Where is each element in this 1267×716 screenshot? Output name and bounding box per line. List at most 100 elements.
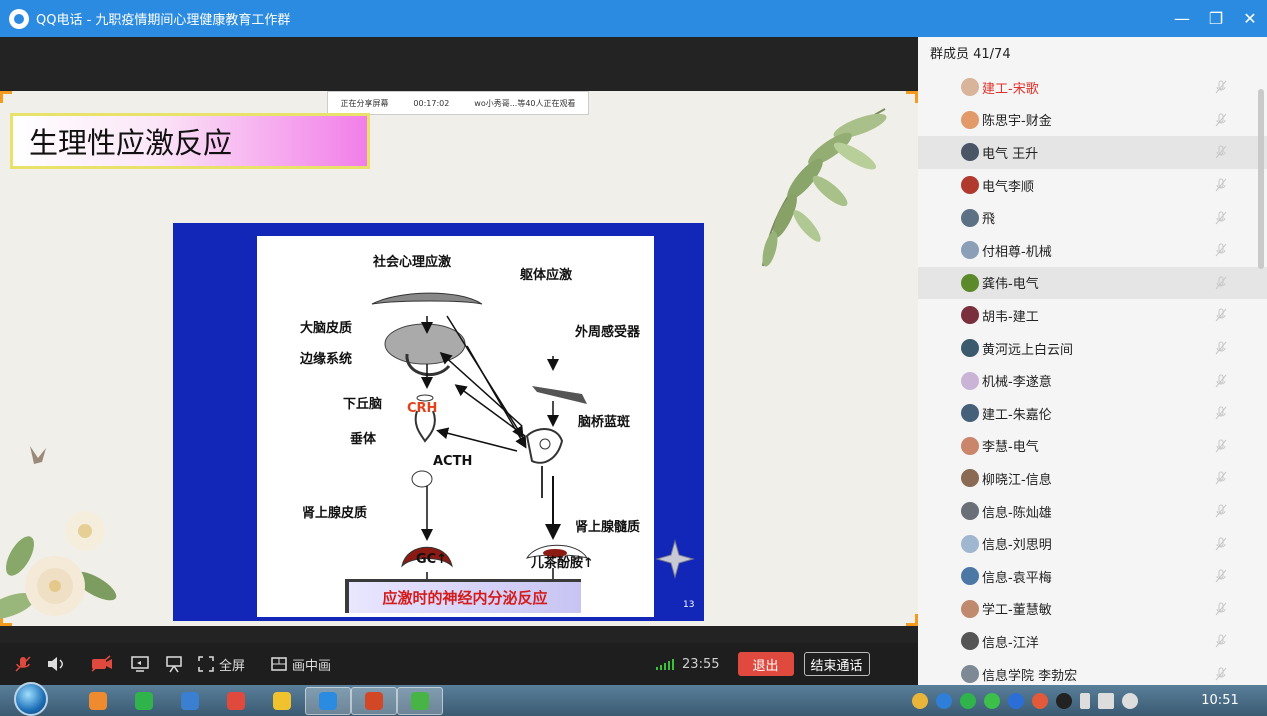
shield-icon[interactable] bbox=[936, 692, 952, 709]
mic-muted-icon bbox=[1215, 602, 1227, 616]
leaf-decoration bbox=[762, 108, 887, 267]
member-row[interactable]: 李慧-电气 bbox=[918, 430, 1267, 463]
taskbar-app-windows-explorer[interactable] bbox=[167, 687, 213, 715]
label-gc: GC↑ bbox=[416, 552, 448, 567]
member-row[interactable]: 电气 王升 bbox=[918, 136, 1267, 169]
member-row[interactable]: 陈思宇-财金 bbox=[918, 104, 1267, 137]
minimize-button[interactable]: — bbox=[1165, 0, 1199, 37]
frame-corner bbox=[906, 614, 918, 626]
member-name: 龚伟-电气 bbox=[982, 277, 1039, 293]
member-row[interactable]: 信息-袁平梅 bbox=[918, 560, 1267, 593]
battery-icon[interactable] bbox=[1080, 692, 1090, 709]
share-viewers: wo小秀哥...等40人正在观看 bbox=[474, 98, 576, 108]
camera-off-button[interactable] bbox=[90, 655, 114, 673]
call-duration: 23:55 bbox=[682, 656, 720, 672]
member-avatar bbox=[961, 176, 979, 195]
member-name: 李慧-电气 bbox=[982, 440, 1039, 456]
frame-corner bbox=[906, 91, 918, 103]
screen-share-view[interactable]: 正在分享屏幕 00:17:02 wo小秀哥...等40人正在观看 生理性应激反应 bbox=[0, 37, 918, 643]
pip-label: 画中画 bbox=[292, 658, 332, 674]
speaker-button[interactable] bbox=[46, 655, 66, 673]
mic-muted-icon bbox=[15, 656, 31, 672]
hao123-icon bbox=[89, 691, 107, 710]
member-avatar bbox=[961, 371, 979, 390]
slide-title: 生理性应激反应 bbox=[10, 113, 370, 169]
mic-muted-icon bbox=[1215, 341, 1227, 355]
member-row[interactable]: 飛 bbox=[918, 201, 1267, 234]
mute-mic-button[interactable] bbox=[14, 655, 32, 673]
member-row[interactable]: 建工-朱嘉伦 bbox=[918, 397, 1267, 430]
member-name: 信息-江洋 bbox=[982, 635, 1039, 651]
star-decoration bbox=[655, 539, 695, 579]
taskbar-app-chrome[interactable] bbox=[213, 687, 259, 715]
system-tray bbox=[912, 685, 1138, 716]
member-panel: 群成员 41/74 建工-宋歌 陈思宇-财金 电气 王升 电气李顺飛付相尊-机械 龚伟-… bbox=[918, 37, 1267, 685]
start-button[interactable] bbox=[14, 682, 48, 716]
member-row[interactable]: 建工-宋歌 bbox=[918, 71, 1267, 104]
speaker-icon bbox=[48, 657, 63, 671]
member-row[interactable]: 学工-董慧敏 bbox=[918, 593, 1267, 626]
label-acth: ACTH bbox=[433, 454, 473, 469]
mic-muted-icon bbox=[1215, 145, 1227, 159]
member-row[interactable]: 付相尊-机械 bbox=[918, 234, 1267, 267]
member-name: 胡韦-建工 bbox=[982, 309, 1039, 325]
mic-muted-icon bbox=[1215, 471, 1227, 485]
label-adrenal-cortex: 肾上腺皮质 bbox=[302, 506, 368, 521]
qq-call-icon bbox=[319, 691, 337, 710]
taskbar-app-hao123[interactable] bbox=[75, 687, 121, 715]
member-name: 信息学院 李勃宏 bbox=[982, 668, 1078, 684]
mic-muted-icon bbox=[1215, 439, 1227, 453]
fullscreen-button[interactable]: 全屏 bbox=[198, 655, 245, 674]
qq-logo-icon bbox=[9, 8, 29, 29]
member-name: 飛 bbox=[982, 212, 996, 228]
member-name: 黄河远上白云间 bbox=[982, 342, 1074, 358]
member-row[interactable]: 信息-刘思明 bbox=[918, 527, 1267, 560]
share-status-banner: 正在分享屏幕 00:17:02 wo小秀哥...等40人正在观看 bbox=[327, 91, 589, 115]
slide-page-number: 13 bbox=[683, 600, 695, 610]
taskbar-app-360-browser[interactable] bbox=[397, 686, 443, 715]
tray-icon[interactable] bbox=[1032, 692, 1048, 709]
member-avatar bbox=[961, 273, 979, 292]
member-name: 信息-刘思明 bbox=[982, 538, 1052, 554]
label-hypothalamus: 下丘脑 bbox=[343, 397, 383, 412]
flower-decoration bbox=[0, 446, 117, 619]
member-avatar bbox=[961, 306, 979, 325]
tray-icon[interactable] bbox=[1008, 692, 1024, 709]
end-call-button[interactable]: 结束通话 bbox=[803, 652, 870, 676]
member-avatar bbox=[961, 208, 979, 227]
member-avatar bbox=[961, 404, 979, 423]
member-row[interactable]: 电气李顺 bbox=[918, 169, 1267, 202]
screen-share-button[interactable] bbox=[130, 655, 150, 673]
taskbar-app-wechat[interactable] bbox=[121, 687, 167, 715]
presentation-button[interactable] bbox=[164, 655, 184, 673]
mic-muted-icon bbox=[1215, 80, 1227, 94]
qq-penguin-icon[interactable] bbox=[1056, 692, 1072, 709]
call-status: 23:55 bbox=[656, 656, 720, 672]
label-limbic: 边缘系统 bbox=[300, 352, 353, 367]
member-row[interactable]: 信息-陈灿雄 bbox=[918, 495, 1267, 528]
network-icon[interactable] bbox=[1098, 692, 1114, 709]
taskbar-app-powerpoint[interactable] bbox=[351, 686, 397, 715]
member-row[interactable]: 柳晓江-信息 bbox=[918, 462, 1267, 495]
member-scrollbar[interactable] bbox=[1258, 89, 1264, 269]
tray-icon[interactable] bbox=[960, 692, 976, 709]
restore-button[interactable]: ❐ bbox=[1199, 0, 1233, 37]
exit-button[interactable]: 退出 bbox=[737, 652, 794, 676]
taskbar-clock[interactable]: 10:51 bbox=[1190, 685, 1250, 716]
member-name: 学工-董慧敏 bbox=[982, 603, 1052, 619]
taskbar-app-media-player[interactable] bbox=[259, 687, 305, 715]
mic-muted-icon bbox=[1215, 243, 1227, 257]
taskbar-app-qq-call[interactable] bbox=[305, 686, 351, 715]
member-row[interactable]: 龚伟-电气 bbox=[918, 266, 1267, 300]
member-row[interactable]: 胡韦-建工 bbox=[918, 299, 1267, 332]
member-row[interactable]: 机械-李遂意 bbox=[918, 364, 1267, 397]
tray-icon[interactable] bbox=[984, 692, 1000, 709]
volume-icon[interactable] bbox=[1122, 692, 1138, 709]
member-row[interactable]: 黄河远上白云间 bbox=[918, 332, 1267, 365]
mic-muted-icon bbox=[1215, 537, 1227, 551]
mic-muted-icon bbox=[1215, 569, 1227, 583]
member-row[interactable]: 信息-江洋 bbox=[918, 625, 1267, 658]
pip-button[interactable]: 画中画 bbox=[271, 655, 331, 674]
tray-icon[interactable] bbox=[912, 692, 928, 709]
close-button[interactable]: ✕ bbox=[1233, 0, 1267, 37]
